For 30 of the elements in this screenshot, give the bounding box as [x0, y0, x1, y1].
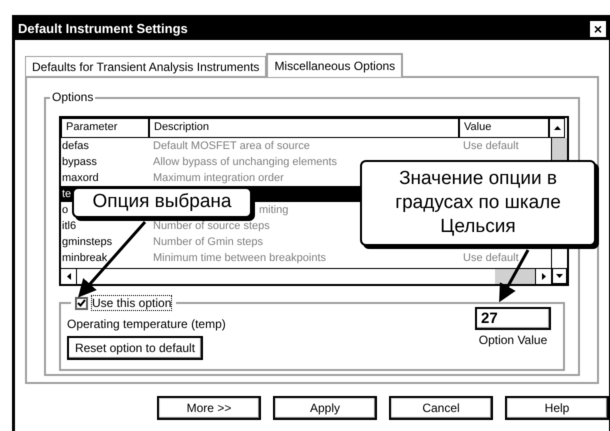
checkbox[interactable] — [75, 296, 88, 310]
column-header[interactable]: Parameter — [61, 118, 149, 138]
window-title: Default Instrument Settings — [18, 20, 188, 38]
scroll-down-button[interactable] — [552, 268, 567, 284]
group-title: Options — [50, 90, 96, 104]
dialog-button[interactable]: Apply — [273, 396, 377, 420]
table-row[interactable]: defas Default MOSFET area of source Use default — [61, 138, 551, 154]
option-value-label: Option Value — [478, 333, 548, 347]
check-icon — [77, 299, 86, 307]
tab[interactable]: Defaults for Transient Analysis Instruments — [25, 56, 266, 76]
table-row[interactable]: minbreak Minimum time between breakpoints Use default — [61, 250, 551, 266]
dialog-button[interactable]: Help — [505, 396, 609, 420]
dialog-button[interactable]: Cancel — [389, 396, 493, 420]
option-value-field[interactable]: 27 — [475, 307, 551, 330]
column-header[interactable]: Value — [459, 118, 549, 138]
scroll-thumb — [495, 269, 535, 284]
right-arrow-icon — [542, 273, 546, 280]
option-name: Operating temperature (temp) — [67, 317, 226, 331]
callout-tooltip: Опция выбрана — [72, 187, 252, 218]
checkbox-label[interactable]: Use this option — [91, 295, 172, 311]
dialog-button[interactable]: More >> — [157, 396, 261, 420]
column-header[interactable]: Description — [149, 118, 459, 138]
close-button[interactable]: × — [590, 21, 606, 37]
left-arrow-icon — [66, 273, 70, 280]
down-arrow-icon — [556, 274, 563, 278]
tab[interactable]: Miscellaneous Options — [266, 53, 404, 77]
callout-tooltip: Значение опции в градусах по шкале Цельсия — [360, 160, 596, 246]
reset-button[interactable]: Reset option to default — [67, 336, 203, 360]
up-arrow-icon — [554, 126, 560, 130]
scroll-up-button[interactable] — [549, 118, 565, 138]
